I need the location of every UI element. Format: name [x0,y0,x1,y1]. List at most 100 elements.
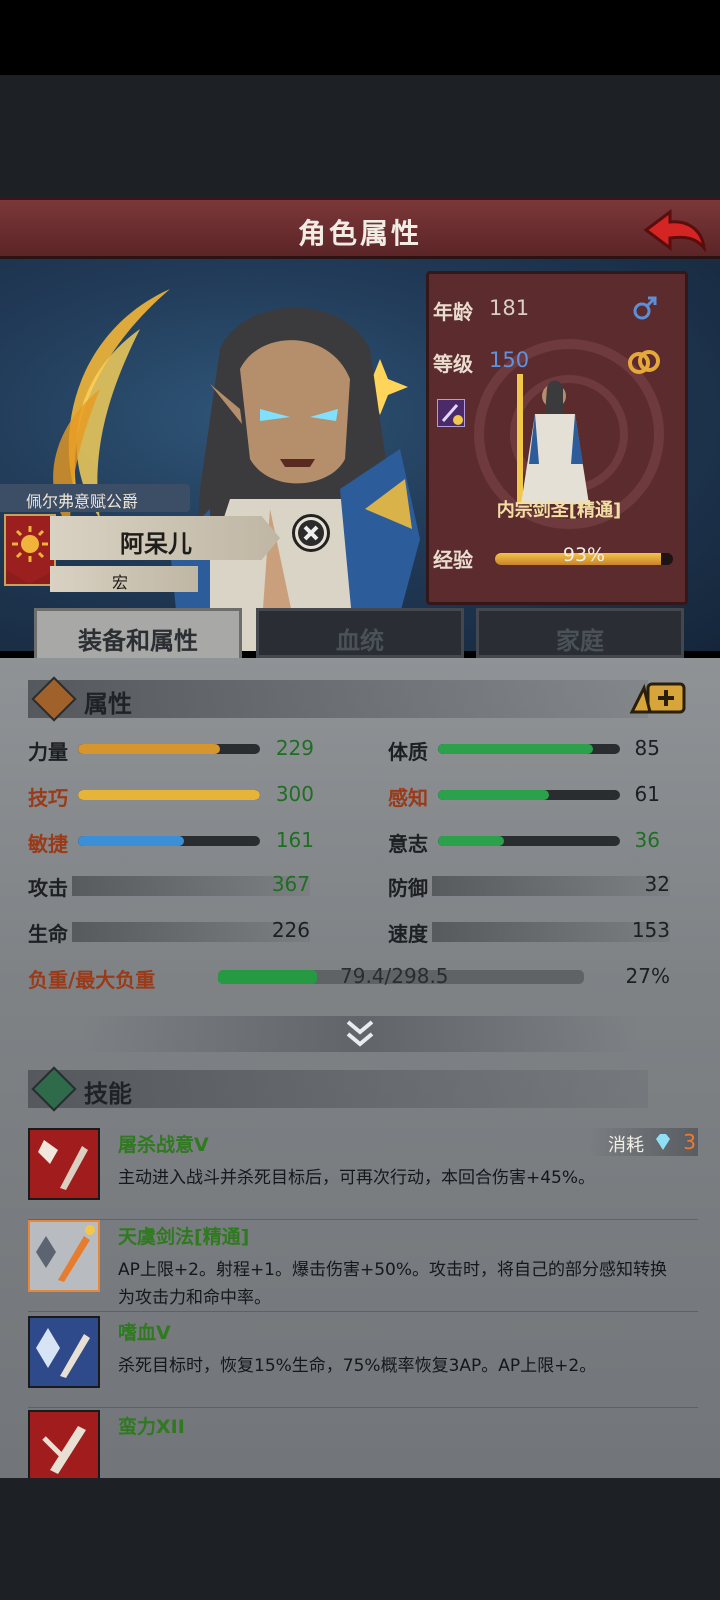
skill-item[interactable]: 天虞剑法[精通] AP上限+2。射程+1。爆击伤害+50%。攻击时，将自己的部分… [28,1220,698,1312]
cost-value: 3 [683,1130,696,1154]
class-badge-icon [437,399,465,427]
speed-value: 153 [631,918,670,942]
stat-skill-value: 300 [275,782,314,806]
skill-bloodthirst-icon [28,1316,100,1388]
diamond-gem-icon [656,1134,670,1150]
title-bar: 角色属性 [0,197,720,259]
sun-emblem-icon [6,516,54,584]
ring-icon[interactable] [627,348,661,376]
stat-agility-value: 161 [275,828,314,852]
sub-name-plate: 宏 [50,566,198,592]
defense-label: 防御 [388,876,428,900]
close-icon [298,520,324,546]
male-symbol-icon [633,296,657,320]
tab-label: 装备和属性 [78,627,198,655]
top-dark-area [0,75,720,197]
stat-constitution-bar [438,744,620,754]
stat-strength-value: 229 [275,736,314,760]
level-value: 150 [489,348,530,372]
stat-perception-label: 感知 [388,786,428,810]
skill-name: 屠杀战意V [118,1134,209,1156]
stat-strength-label: 力量 [28,740,68,764]
attack-value: 367 [271,872,310,896]
page-title: 角色属性 [297,217,422,250]
character-hero: 佩尔弗意赋公爵 阿呆儿 宏 年龄 181 等级 150 内宗剑圣[精通] 经验 … [0,259,720,651]
attack-label: 攻击 [28,876,68,900]
stat-skill-bar [78,790,260,800]
load-value: 79.4/298.5 [340,964,449,988]
health-value: 226 [271,918,310,942]
stat-will-fill [438,836,504,846]
skills-header: 技能 [28,1066,648,1112]
tab-equipment-attributes[interactable]: 装备和属性 [34,608,242,658]
stat-perception-value: 61 [634,782,660,806]
stat-skill-fill [78,790,260,800]
person-icon [31,676,77,722]
skill-desc: 主动进入战斗并杀死目标后，可再次行动，本回合伤害+45%。 [118,1168,596,1188]
tab-label: 血统 [336,627,384,655]
house-banner [4,514,56,586]
stat-strength-fill [78,744,220,754]
speed-label: 速度 [388,922,428,946]
stat-skill-label: 技巧 [28,786,68,810]
load-bar-fill [218,970,317,984]
cost-label: 消耗 [608,1135,644,1156]
character-info-card: 年龄 181 等级 150 内宗剑圣[精通] 经验 93% [426,271,688,605]
class-name: 内宗剑圣[精通] [496,500,622,521]
skill-sword-art-icon [28,1220,100,1292]
chevron-down-icon [346,1020,374,1047]
stat-constitution-value: 85 [634,736,660,760]
game-screen: 角色属性 佩尔弗意赋公爵 阿呆儿 宏 年龄 181 等级 150 内宗剑圣[精通… [0,0,720,1600]
stat-agility-label: 敏捷 [28,832,68,856]
stat-agility-bar [78,836,260,846]
bottom-dark-area [0,1478,720,1600]
noble-title: 佩尔弗意赋公爵 [26,492,139,511]
skill-desc: 杀死目标时，恢复15%生命，75%概率恢复3AP。AP上限+2。 [118,1356,597,1376]
stat-perception-fill [438,790,550,800]
stat-will-bar [438,836,620,846]
stat-constitution-fill [438,744,593,754]
age-label: 年龄 [433,300,473,324]
skills-title: 技能 [84,1080,132,1108]
age-value: 181 [489,296,530,320]
level-label: 等级 [433,352,473,376]
attributes-header: 属性 [28,676,648,722]
back-button[interactable] [642,208,707,254]
stat-perception-bar [438,790,620,800]
skill-item[interactable]: 蛮力XII [28,1410,698,1478]
skill-item[interactable]: 嗜血V 杀死目标时，恢复15%生命，75%概率恢复3AP。AP上限+2。 [28,1316,698,1408]
stat-agility-fill [78,836,184,846]
dismiss-button[interactable] [292,514,330,552]
health-label: 生命 [28,922,68,946]
expand-attributes-button[interactable] [80,1016,640,1052]
stat-strength-bar [78,744,260,754]
skill-slaughter-icon [28,1128,100,1200]
attributes-panel: 属性 力量 229 技巧 300 敏捷 161 体质 85 感知 61 意志 3… [0,658,720,1478]
load-percent: 27% [625,964,670,988]
tab-bar: 装备和属性 血统 家庭 [0,600,720,658]
exp-percent: 93% [562,544,606,566]
stat-will-label: 意志 [388,832,428,856]
skill-name: 天虞剑法[精通] [118,1226,250,1248]
allocate-points-icon[interactable] [628,678,688,718]
attributes-title: 属性 [84,690,132,718]
skill-desc: AP上限+2。射程+1。爆击伤害+50%。攻击时，将自己的部分感知转换为攻击力和… [118,1260,668,1308]
character-sub-name: 宏 [112,573,129,592]
red-back-arrow-icon [643,209,707,253]
tab-bloodline[interactable]: 血统 [256,608,464,658]
class-figure [517,374,589,504]
star-icon [31,1066,77,1112]
tab-label: 家庭 [556,627,604,655]
skill-brute-force-icon [28,1410,100,1478]
skill-name: 蛮力XII [118,1416,185,1438]
skill-name: 嗜血V [118,1322,171,1344]
character-name: 阿呆儿 [120,530,192,558]
skill-cost: 消耗 3 [588,1128,698,1156]
tab-family[interactable]: 家庭 [476,608,684,658]
skill-item[interactable]: 屠杀战意V 主动进入战斗并杀死目标后，可再次行动，本回合伤害+45%。 消耗 3 [28,1128,698,1220]
defense-value: 32 [644,872,670,896]
noble-title-strip: 佩尔弗意赋公爵 [0,484,190,512]
stat-constitution-label: 体质 [388,740,428,764]
exp-label: 经验 [433,548,473,572]
stat-will-value: 36 [634,828,660,852]
